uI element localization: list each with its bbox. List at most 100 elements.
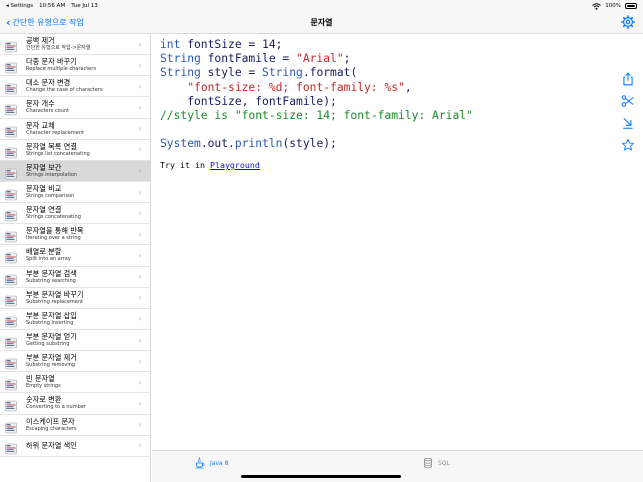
sidebar-item-subtitle: Strings concatenating	[26, 214, 81, 221]
sidebar-item-title: 하위 문자열 색인	[26, 441, 77, 451]
sidebar-item-title: 부분 문자열 제거	[26, 353, 77, 363]
code-file-icon	[5, 376, 17, 391]
sidebar-item-subtitle: Strings list concatenating	[26, 150, 90, 157]
wifi-icon	[592, 2, 602, 10]
sidebar-item[interactable]: 문자열 비교 Strings comparison ›	[0, 182, 150, 204]
chevron-right-icon: ›	[138, 420, 142, 430]
try-it-prefix: Try it in	[160, 160, 210, 170]
sidebar-item-title: 부분 문자열 삽입	[26, 310, 77, 320]
sidebar-item[interactable]: 부분 문자열 제거 Substring removing ›	[0, 351, 150, 373]
sidebar-item[interactable]: 빈 문자열 Empty strings ›	[0, 372, 150, 394]
code-token: String	[262, 66, 303, 80]
sidebar-item-subtitle: Iterating over a string	[26, 235, 81, 242]
chevron-right-icon: ›	[138, 335, 142, 345]
scissors-icon[interactable]	[621, 94, 635, 108]
code-file-icon	[5, 228, 17, 243]
sidebar-item[interactable]: 문자 교체 Character replacement ›	[0, 119, 150, 140]
sidebar-item[interactable]: 부분 문자열 검색 Substring searching ›	[0, 267, 150, 288]
status-date: Tue Jul 13	[71, 3, 98, 9]
sidebar-item-subtitle: Substring removing	[26, 362, 76, 369]
sidebar-item[interactable]: 부분 문자열 바꾸기 Substring replacement ›	[0, 288, 150, 309]
sidebar-item[interactable]: 문자열 보간 Strings interpolation ›	[0, 160, 150, 182]
sidebar-item-subtitle: Substring searching	[26, 277, 76, 284]
code-file-icon	[5, 271, 17, 285]
chevron-right-icon: ›	[138, 293, 142, 303]
sidebar-item[interactable]: 이스케이프 문자 Escaping characters ›	[0, 415, 150, 436]
sidebar-item[interactable]: 문자열 목록 연결 Strings list concatenating ›	[0, 140, 150, 161]
code-token: fontSize = 14;	[180, 38, 283, 51]
sidebar-item[interactable]: 다중 문자 바꾸기 Replace multiple characters ›	[0, 55, 150, 77]
code-token: fontFamile =	[200, 52, 297, 66]
playground-link[interactable]: Playground	[210, 160, 260, 170]
chevron-right-icon: ›	[138, 124, 142, 134]
sidebar-item[interactable]: 부분 문자열 삽입 Substring inserting ›	[0, 309, 150, 330]
star-icon[interactable]	[621, 138, 635, 152]
gear-icon[interactable]	[621, 15, 635, 29]
sidebar-item-subtitle: Empty strings	[26, 383, 61, 390]
code-file-icon	[5, 207, 17, 222]
sidebar-item[interactable]: 숫자로 변환 Converting to a number ›	[0, 393, 150, 415]
sidebar-item-subtitle: Converting to a number	[26, 404, 86, 411]
code-file-icon	[5, 101, 17, 116]
tab-sql[interactable]: SQL	[422, 457, 450, 469]
code-file-icon	[5, 144, 17, 159]
tab-java[interactable]: Java 8	[194, 457, 228, 469]
code-token: style =	[200, 66, 263, 80]
sidebar-item[interactable]: 배열로 분할 Split into an array ›	[0, 245, 150, 267]
home-indicator[interactable]	[241, 475, 401, 478]
code-token: System	[160, 137, 201, 151]
java-cup-icon	[195, 457, 205, 469]
code-file-icon	[5, 186, 17, 201]
sidebar-item-title: 대소 문자 변경	[26, 78, 71, 88]
code-file-icon	[5, 419, 17, 433]
sidebar-item-subtitle: Split into an array	[26, 256, 71, 263]
sidebar-item[interactable]: 부분 문자열 얻기 Getting substring ›	[0, 330, 150, 352]
sidebar-item-title: 부분 문자열 바꾸기	[26, 289, 84, 299]
sidebar-item-title: 문자열 보간	[26, 162, 62, 172]
share-icon[interactable]	[621, 72, 635, 86]
chevron-right-icon: ›	[138, 166, 142, 176]
sidebar-item[interactable]: 대소 문자 변경 Change the case of characters ›	[0, 76, 150, 98]
sidebar-item[interactable]: 하위 문자열 색인 ›	[0, 436, 150, 457]
chevron-right-icon: ›	[138, 208, 142, 218]
back-to-settings-link[interactable]: ◂ Settings	[6, 0, 33, 12]
code-token: String	[160, 66, 201, 80]
code-token: "Arial"	[296, 52, 344, 66]
code-file-icon	[5, 38, 17, 53]
sidebar-item-title: 문자 개수	[26, 99, 55, 109]
code-file-icon	[5, 80, 17, 95]
code-token: .out.	[200, 137, 235, 151]
code-file-icon	[5, 440, 17, 455]
code-comment: //style is "font-size: 14; font-family: …	[160, 109, 473, 123]
sidebar-item-title: 문자 교체	[26, 120, 55, 130]
sidebar-item-subtitle: 간단한 유형으로 작업->문자열	[26, 45, 91, 52]
chevron-right-icon: ›	[138, 356, 142, 366]
sidebar-item-subtitle: Replace multiple characters	[26, 66, 96, 73]
sidebar-item-title: 다중 문자 바꾸기	[26, 57, 77, 67]
sidebar-item[interactable]: 공백 제거 간단한 유형으로 작업->문자열 ›	[0, 34, 150, 56]
code-content-panel: int fontSize = 14; String fontFamile = "…	[152, 34, 643, 450]
sort-down-icon[interactable]	[621, 116, 635, 130]
chevron-right-icon: ›	[138, 81, 142, 91]
sidebar-item[interactable]: 문자열을 통해 반복 Iterating over a string ›	[0, 224, 150, 246]
chevron-right-icon: ›	[138, 250, 142, 260]
code-file-icon	[5, 59, 17, 74]
code-file-icon	[5, 355, 17, 370]
code-token: fontSize, fontFamile);	[160, 94, 337, 108]
code-token: "font-size: %d; font-family: %s"	[187, 80, 405, 94]
battery-icon	[625, 3, 637, 9]
chevron-right-icon: ›	[138, 314, 142, 324]
chevron-right-icon: ›	[138, 398, 142, 408]
chevron-right-icon: ›	[138, 229, 142, 239]
try-it-line: Try it in Playground	[160, 159, 260, 171]
chevron-right-icon: ›	[138, 187, 142, 197]
chevron-right-icon: ›	[138, 272, 142, 282]
sidebar-item[interactable]: 문자열 연결 Strings concatenating ›	[0, 203, 150, 225]
code-file-icon	[5, 397, 17, 412]
sidebar-item-title: 부분 문자열 얻기	[26, 332, 77, 342]
page-title: 문자열	[310, 18, 333, 27]
code-file-icon	[5, 123, 17, 137]
sidebar-item[interactable]: 문자 개수 Characters count ›	[0, 97, 150, 119]
code-file-icon	[5, 292, 17, 307]
